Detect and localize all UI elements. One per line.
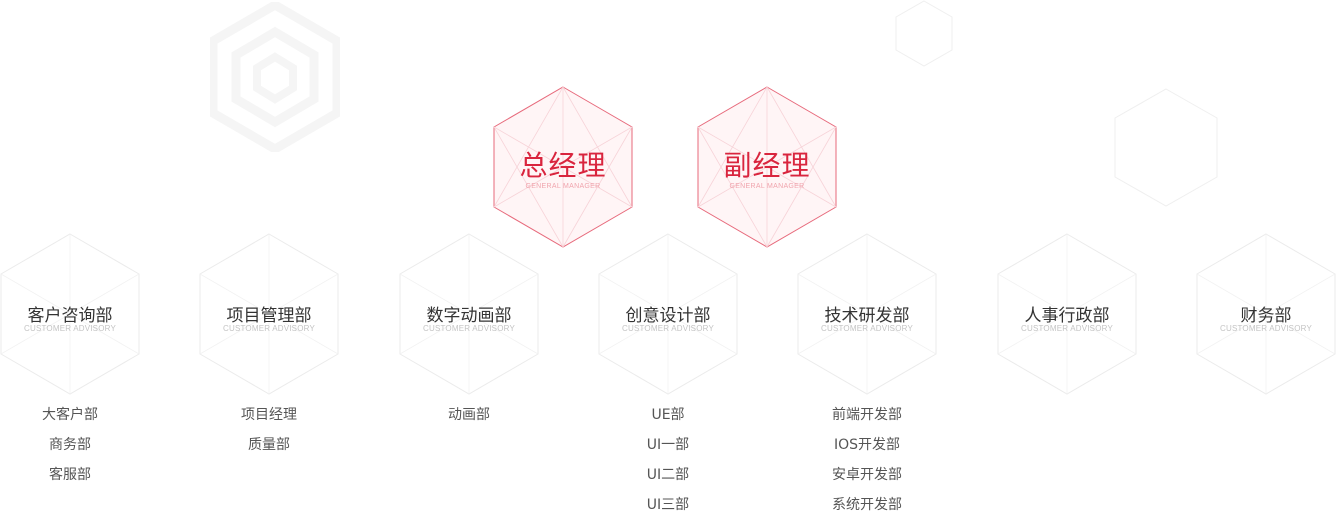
department-node-finance[interactable]: 财务部 CUSTOMER ADVISORY — [1196, 233, 1336, 395]
department-title: 项目管理部 — [226, 306, 312, 326]
sub-department-item[interactable]: 客服部 — [0, 460, 140, 490]
department-subtitle: CUSTOMER ADVISORY — [222, 324, 315, 333]
department-title: 技术研发部 — [824, 306, 910, 326]
sub-department-item[interactable]: IOS开发部 — [797, 430, 937, 460]
sub-department-list: 前端开发部 IOS开发部 安卓开发部 系统开发部 — [797, 400, 937, 520]
executive-title: 总经理 — [519, 149, 607, 182]
sub-department-item[interactable]: 动画部 — [399, 400, 539, 430]
department-subtitle: CUSTOMER ADVISORY — [422, 324, 515, 333]
sub-department-item[interactable]: 项目经理 — [199, 400, 339, 430]
executive-node-general-manager[interactable]: 总经理 GENERAL MANAGER — [493, 86, 633, 248]
sub-department-item[interactable]: 前端开发部 — [797, 400, 937, 430]
sub-department-list: UE部 UI一部 UI二部 UI三部 — [598, 400, 738, 520]
department-node-tech-rd[interactable]: 技术研发部 CUSTOMER ADVISORY — [797, 233, 937, 395]
department-subtitle: CUSTOMER ADVISORY — [1219, 324, 1312, 333]
department-title: 客户咨询部 — [27, 306, 113, 326]
sub-department-item[interactable]: UI三部 — [598, 490, 738, 520]
department-subtitle: CUSTOMER ADVISORY — [1020, 324, 1113, 333]
department-title: 创意设计部 — [625, 306, 711, 326]
background-hexagon-small-icon — [895, 0, 953, 67]
background-hexagon-ring-icon — [210, 2, 340, 152]
sub-department-item[interactable]: 系统开发部 — [797, 490, 937, 520]
department-subtitle: CUSTOMER ADVISORY — [23, 324, 116, 333]
department-node-digital-animation[interactable]: 数字动画部 CUSTOMER ADVISORY — [399, 233, 539, 395]
sub-department-item[interactable]: UI一部 — [598, 430, 738, 460]
sub-department-item[interactable]: UI二部 — [598, 460, 738, 490]
department-node-customer-advisory[interactable]: 客户咨询部 CUSTOMER ADVISORY — [0, 233, 140, 395]
sub-department-item[interactable]: 质量部 — [199, 430, 339, 460]
department-node-project-management[interactable]: 项目管理部 CUSTOMER ADVISORY — [199, 233, 339, 395]
department-subtitle: CUSTOMER ADVISORY — [820, 324, 913, 333]
background-hexagon-medium-icon — [1114, 88, 1218, 207]
sub-department-item[interactable]: 商务部 — [0, 430, 140, 460]
executive-subtitle: GENERAL MANAGER — [729, 183, 805, 190]
sub-department-list: 项目经理 质量部 — [199, 400, 339, 460]
sub-department-item[interactable]: 大客户部 — [0, 400, 140, 430]
sub-department-list: 动画部 — [399, 400, 539, 430]
department-subtitle: CUSTOMER ADVISORY — [621, 324, 714, 333]
executive-title: 副经理 — [723, 149, 811, 182]
executive-subtitle: GENERAL MANAGER — [525, 183, 601, 190]
department-node-hr-admin[interactable]: 人事行政部 CUSTOMER ADVISORY — [997, 233, 1137, 395]
sub-department-item[interactable]: 安卓开发部 — [797, 460, 937, 490]
sub-department-item[interactable]: UE部 — [598, 400, 738, 430]
department-title: 数字动画部 — [426, 306, 512, 326]
department-title: 人事行政部 — [1024, 306, 1110, 326]
sub-department-list: 大客户部 商务部 客服部 — [0, 400, 140, 490]
department-node-creative-design[interactable]: 创意设计部 CUSTOMER ADVISORY — [598, 233, 738, 395]
department-title: 财务部 — [1240, 306, 1292, 326]
executive-node-deputy-manager[interactable]: 副经理 GENERAL MANAGER — [697, 86, 837, 248]
